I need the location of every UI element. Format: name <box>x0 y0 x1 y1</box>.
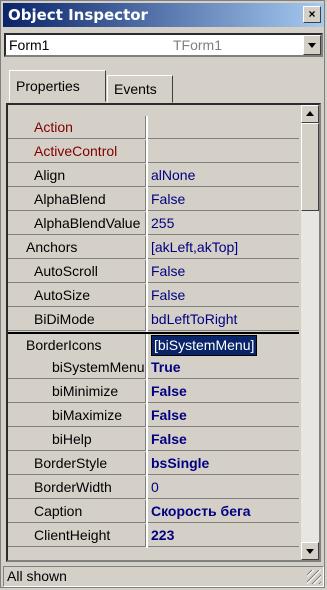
property-name: BorderStyle <box>8 452 146 475</box>
title-bar[interactable]: Object Inspector × <box>3 3 324 27</box>
property-row-autosize[interactable]: AutoSize False <box>8 284 299 308</box>
scrollbar-thumb[interactable] <box>301 123 319 211</box>
vertical-scrollbar[interactable] <box>301 105 319 560</box>
property-name: biHelp <box>8 428 146 451</box>
selected-value-text[interactable]: [biSystemMenu] <box>151 335 258 356</box>
property-row-anchors[interactable]: Anchors [akLeft,akTop] <box>8 236 299 260</box>
property-grid: Action ActiveControl Align alNone AlphaB… <box>6 103 321 562</box>
property-value[interactable]: False <box>148 428 299 451</box>
property-name: ClientHeight <box>8 524 146 547</box>
object-inspector-window: Object Inspector × Form1 TForm1 Properti… <box>0 0 325 588</box>
object-selector[interactable]: Form1 TForm1 <box>4 33 323 57</box>
property-value[interactable]: False <box>148 188 299 211</box>
property-name: Align <box>8 164 146 187</box>
property-row-alphablend[interactable]: AlphaBlend False <box>8 188 299 212</box>
property-value[interactable]: 255 <box>148 212 299 235</box>
property-row-alphablendvalue[interactable]: AlphaBlendValue 255 <box>8 212 299 236</box>
property-row-activecontrol[interactable]: ActiveControl <box>8 140 299 164</box>
property-value[interactable] <box>148 116 299 139</box>
property-value[interactable]: True <box>148 356 299 379</box>
property-name: AlphaBlend <box>8 188 146 211</box>
resize-grip-icon[interactable] <box>307 570 321 584</box>
chevron-down-icon[interactable] <box>303 35 321 55</box>
property-row-bisystemmenu[interactable]: biSystemMenu True <box>8 356 299 380</box>
property-value[interactable]: False <box>148 284 299 307</box>
property-name: biMaximize <box>8 404 146 427</box>
property-row-borderwidth[interactable]: BorderWidth 0 <box>8 476 299 500</box>
property-name: BiDiMode <box>8 308 146 331</box>
property-row-borderstyle[interactable]: BorderStyle bsSingle <box>8 452 299 476</box>
property-value[interactable] <box>148 140 299 163</box>
property-row-caption[interactable]: Caption Скорость бега <box>8 500 299 524</box>
property-value[interactable]: Скорость бега <box>148 500 299 523</box>
property-name: AutoScroll <box>8 260 146 283</box>
property-value[interactable]: 0 <box>148 476 299 499</box>
property-row-align[interactable]: Align alNone <box>8 164 299 188</box>
tab-events[interactable]: Events <box>107 75 173 103</box>
status-text: All shown <box>7 568 67 584</box>
property-name: Caption <box>8 500 146 523</box>
property-value[interactable]: False <box>148 260 299 283</box>
property-value[interactable]: bdLeftToRight <box>148 308 299 331</box>
property-name: BorderWidth <box>8 476 146 499</box>
scroll-up-icon[interactable] <box>301 105 319 123</box>
window-title: Object Inspector <box>8 6 148 24</box>
object-name: Form1 <box>9 37 50 53</box>
scroll-down-icon[interactable] <box>301 542 319 560</box>
property-name: AutoSize <box>8 284 146 307</box>
property-name: biSystemMenu <box>8 356 146 379</box>
object-class: TForm1 <box>173 37 222 53</box>
property-value[interactable]: False <box>148 404 299 427</box>
property-row-bordericons[interactable]: BorderIcons [biSystemMenu] <box>8 332 299 358</box>
property-name: BorderIcons <box>8 334 146 357</box>
property-name: Anchors <box>8 236 146 259</box>
property-name: AlphaBlendValue <box>8 212 146 235</box>
property-value[interactable]: [akLeft,akTop] <box>148 236 299 259</box>
property-value[interactable]: bsSingle <box>148 452 299 475</box>
property-row-bidimode[interactable]: BiDiMode bdLeftToRight <box>8 308 299 332</box>
property-name: ActiveControl <box>8 140 146 163</box>
property-row-bimaximize[interactable]: biMaximize False <box>8 404 299 428</box>
close-button[interactable]: × <box>303 6 321 23</box>
property-row-autoscroll[interactable]: AutoScroll False <box>8 260 299 284</box>
property-value[interactable]: alNone <box>148 164 299 187</box>
status-bar: All shown <box>3 566 324 587</box>
property-row-action[interactable]: Action <box>8 116 299 140</box>
property-name: biMinimize <box>8 380 146 403</box>
property-value[interactable]: False <box>148 380 299 403</box>
property-row-bihelp[interactable]: biHelp False <box>8 428 299 452</box>
property-row-clientheight[interactable]: ClientHeight 223 <box>8 524 299 548</box>
property-value[interactable]: 223 <box>148 524 299 547</box>
property-row-biminimize[interactable]: biMinimize False <box>8 380 299 404</box>
property-name: Action <box>8 116 146 139</box>
property-value-selected[interactable]: [biSystemMenu] <box>148 334 299 357</box>
tab-properties[interactable]: Properties <box>9 70 106 102</box>
